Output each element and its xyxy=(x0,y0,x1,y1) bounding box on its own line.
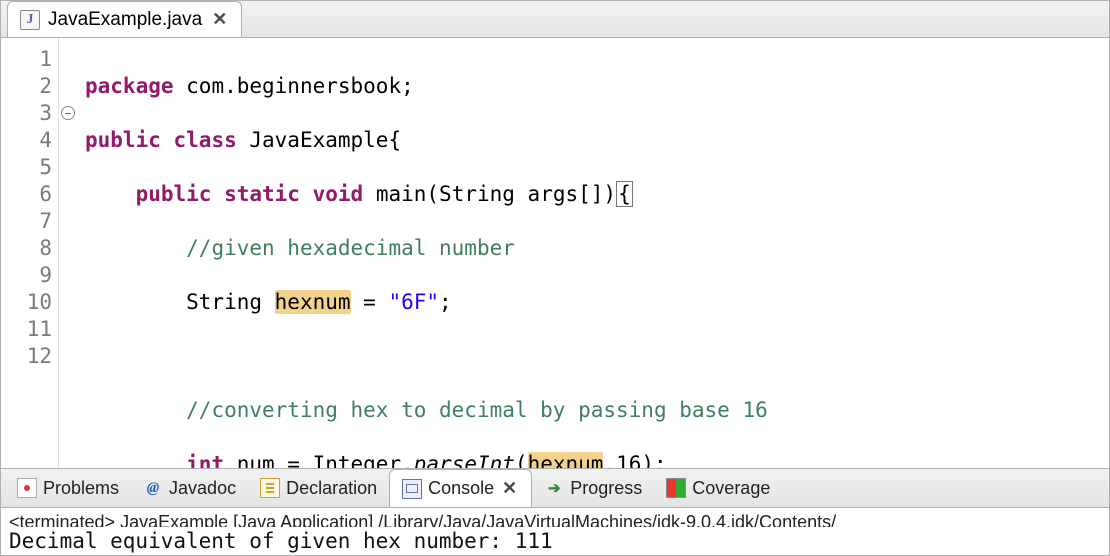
line-number: 2 xyxy=(1,73,52,100)
editor-tab-strip: J JavaExample.java ✕ xyxy=(1,1,1109,38)
code-content[interactable]: package com.beginnersbook; public class … xyxy=(77,38,1109,468)
tab-progress[interactable]: ➔ Progress xyxy=(532,469,654,507)
tab-label: Console xyxy=(428,478,494,499)
close-icon[interactable]: ✕ xyxy=(500,478,519,499)
line-number: 9 xyxy=(1,262,52,289)
declaration-icon xyxy=(260,478,280,498)
tab-label: Javadoc xyxy=(169,478,236,499)
line-number: 6 xyxy=(1,181,52,208)
line-number: 7 xyxy=(1,208,52,235)
line-number: 4 xyxy=(1,127,52,154)
bottom-tab-strip: Problems @ Javadoc Declaration Console ✕… xyxy=(1,469,1109,508)
line-number: 5 xyxy=(1,154,52,181)
tab-label: Declaration xyxy=(286,478,377,499)
line-number: 3 xyxy=(1,100,52,127)
line-number: 11 xyxy=(1,316,52,343)
java-file-icon: J xyxy=(20,10,40,30)
fold-toggle-icon[interactable]: − xyxy=(61,106,75,120)
tab-coverage[interactable]: Coverage xyxy=(654,469,782,507)
tab-problems[interactable]: Problems xyxy=(5,469,131,507)
line-number: 1 xyxy=(1,46,52,73)
tab-label: Progress xyxy=(570,478,642,499)
line-number: 8 xyxy=(1,235,52,262)
problems-icon xyxy=(17,478,37,498)
fold-strip: − xyxy=(59,38,77,468)
editor-tab-javaexample[interactable]: J JavaExample.java ✕ xyxy=(7,1,242,37)
tab-javadoc[interactable]: @ Javadoc xyxy=(131,469,248,507)
tab-label: Coverage xyxy=(692,478,770,499)
javadoc-icon: @ xyxy=(143,478,163,498)
tab-declaration[interactable]: Declaration xyxy=(248,469,389,507)
code-editor[interactable]: 1 2 3 4 5 6 7 8 9 10 11 12 − package com… xyxy=(1,38,1109,469)
tab-label: Problems xyxy=(43,478,119,499)
editor-tab-label: JavaExample.java xyxy=(48,9,202,31)
line-number: 12 xyxy=(1,343,52,370)
tab-console[interactable]: Console ✕ xyxy=(389,469,532,507)
line-number: 10 xyxy=(1,289,52,316)
line-number-gutter: 1 2 3 4 5 6 7 8 9 10 11 12 xyxy=(1,38,59,468)
coverage-icon xyxy=(666,478,686,498)
close-icon[interactable]: ✕ xyxy=(210,9,229,30)
console-status-line: <terminated> JavaExample [Java Applicati… xyxy=(1,508,1109,527)
console-icon xyxy=(402,479,422,499)
progress-icon: ➔ xyxy=(544,478,564,498)
console-output: Decimal equivalent of given hex number: … xyxy=(1,527,1109,555)
